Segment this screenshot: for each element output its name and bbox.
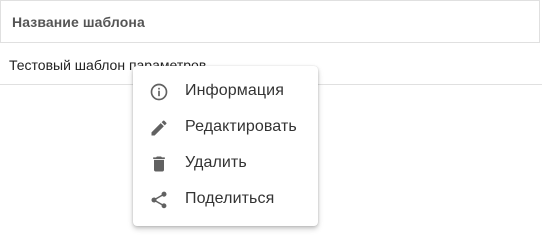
menu-item-info-label: Информация bbox=[185, 82, 284, 99]
pencil-icon bbox=[149, 118, 169, 138]
menu-item-delete-label: Удалить bbox=[185, 154, 247, 171]
info-icon bbox=[149, 82, 169, 102]
share-icon bbox=[149, 190, 169, 210]
column-header-label: Название шаблона bbox=[12, 14, 145, 30]
column-header-template-name[interactable]: Название шаблона bbox=[0, 0, 540, 43]
menu-item-delete[interactable]: Удалить bbox=[133, 146, 318, 182]
menu-item-share[interactable]: Поделиться bbox=[133, 182, 318, 218]
menu-item-edit[interactable]: Редактировать bbox=[133, 110, 318, 146]
trash-icon bbox=[149, 154, 169, 174]
menu-item-share-label: Поделиться bbox=[185, 190, 275, 207]
menu-item-info[interactable]: Информация bbox=[133, 74, 318, 110]
context-menu: Информация Редактировать Удалить Поделит… bbox=[133, 66, 318, 226]
page: Название шаблона Тестовый шаблон парамет… bbox=[0, 0, 542, 240]
menu-item-edit-label: Редактировать bbox=[185, 118, 297, 135]
